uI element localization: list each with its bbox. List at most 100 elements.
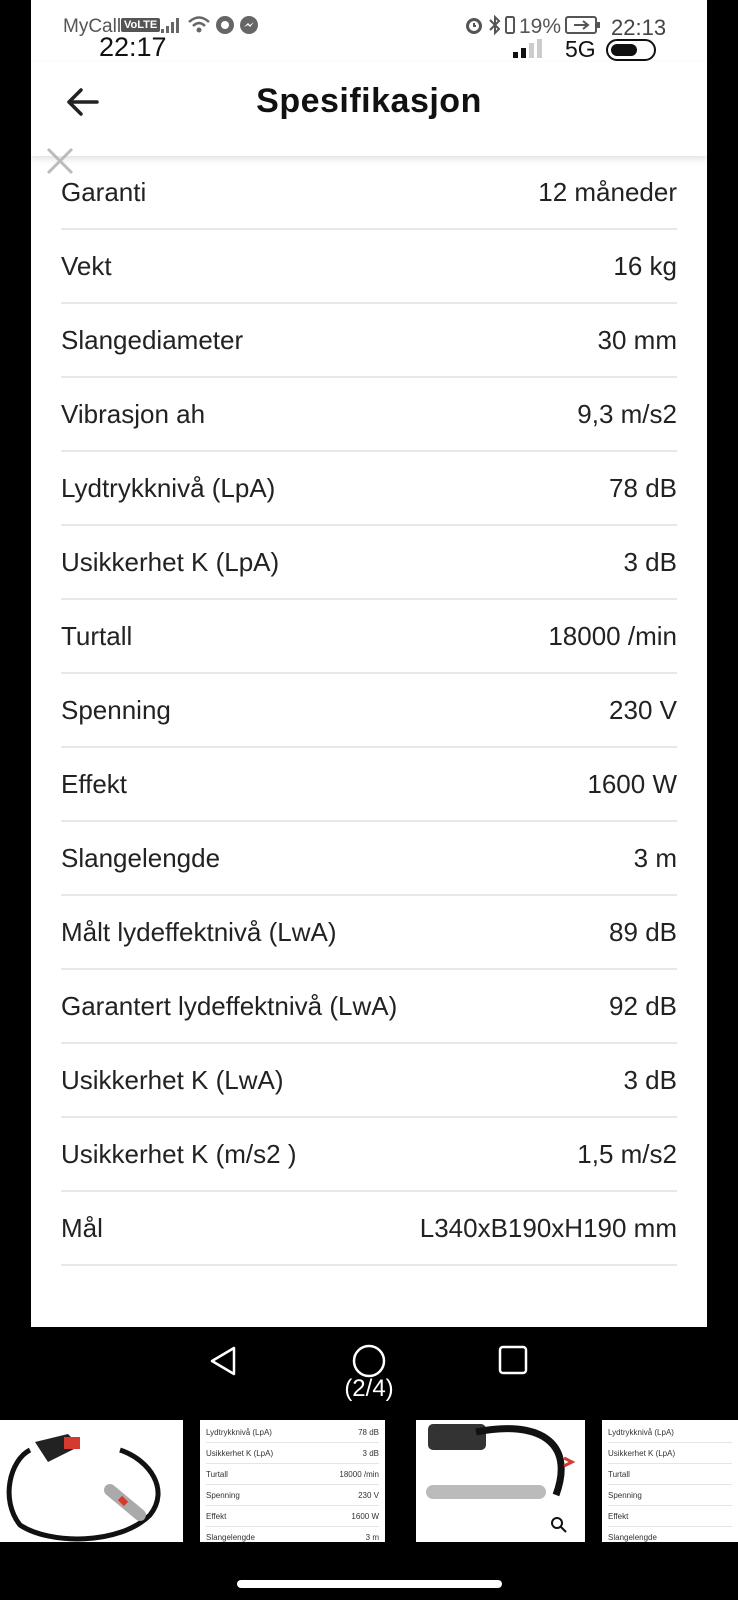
thumbnail-2[interactable]: Lydtrykknivå (LpA) 78 dB Usikkerhet K (LpA…	[200, 1420, 385, 1542]
battery-icon	[565, 16, 600, 34]
spec-value: 78 dB	[609, 472, 677, 503]
nav-recents-icon[interactable]	[497, 1344, 529, 1376]
mini-spec-row: Spenning 230 V	[206, 1485, 379, 1506]
spec-label: Slangediameter	[61, 324, 244, 355]
thumbnail-3[interactable]	[416, 1420, 585, 1542]
mini-spec-row: Spenning	[608, 1485, 732, 1506]
spec-label: Vekt	[61, 250, 112, 281]
spec-row: Spenning 230 V	[61, 674, 677, 748]
spec-value: 89 dB	[609, 916, 677, 947]
spec-value: 230 V	[609, 694, 677, 725]
messenger-icon	[240, 16, 258, 34]
mini-spec-value: 3 m	[365, 1532, 379, 1542]
spec-row: Turtall 18000 /min	[61, 600, 677, 674]
network-type: 5G	[565, 36, 596, 62]
spec-value: 3 m	[633, 842, 677, 873]
mini-spec-value: 18000 /min	[339, 1469, 379, 1479]
spec-label: Målt lydeffektnivå (LwA)	[61, 916, 337, 947]
mini-spec-row: Turtall 18000 /min	[206, 1464, 379, 1485]
spec-value: 92 dB	[609, 990, 677, 1021]
chrome-icon	[216, 16, 234, 34]
mini-spec-label: Slangelengde	[608, 1532, 657, 1542]
mini-spec-value: 3 dB	[362, 1448, 379, 1458]
page-title: Spesifikasjon	[256, 82, 482, 120]
spec-row: Garantert lydeffektnivå (LwA) 92 dB	[61, 970, 677, 1044]
mini-spec-value: 1600 W	[351, 1511, 379, 1521]
system-nav-bar	[0, 1327, 738, 1417]
spec-label: Usikkerhet K (LwA)	[61, 1064, 284, 1095]
spec-label: Lydtrykknivå (LpA)	[61, 472, 276, 503]
mini-spec-label: Usikkerhet K (LpA)	[608, 1448, 676, 1458]
spec-label: Vibrasjon ah	[61, 398, 206, 429]
mini-spec-row: Lydtrykknivå (LpA) 78 dB	[206, 1422, 379, 1443]
mini-spec-value: 230 V	[358, 1490, 379, 1500]
data-toggle-icon	[606, 39, 656, 61]
spec-label: Spenning	[61, 694, 171, 725]
spec-row: Mål L340xB190xH190 mm	[61, 1192, 677, 1266]
volte-badge: VoLTE	[121, 18, 161, 32]
home-indicator[interactable]	[237, 1580, 502, 1588]
spec-row: Vekt 16 kg	[61, 230, 677, 304]
thumbnail-1[interactable]	[0, 1420, 183, 1542]
spec-row: Lydtrykknivå (LpA) 78 dB	[61, 452, 677, 526]
spec-value: 18000 /min	[548, 620, 677, 651]
spec-row: Usikkerhet K (m/s2 ) 1,5 m/s2	[61, 1118, 677, 1192]
spec-row: Vibrasjon ah 9,3 m/s2	[61, 378, 677, 452]
mini-spec-label: Usikkerhet K (LpA)	[206, 1448, 274, 1458]
mini-spec-row: Turtall	[608, 1464, 732, 1485]
spec-row: Usikkerhet K (LwA) 3 dB	[61, 1044, 677, 1118]
spec-label: Effekt	[61, 768, 128, 799]
spec-value: 16 kg	[613, 250, 677, 281]
spec-page: MyCall VoLTE 22:17 19% 22:13 5G Spesifik…	[31, 0, 707, 1327]
zoom-icon[interactable]	[550, 1516, 568, 1534]
thumbnail-strip: Lydtrykknivå (LpA) 78 dB Usikkerhet K (LpA…	[0, 1420, 738, 1542]
spec-label: Garanti	[61, 176, 147, 207]
page-header: Spesifikasjon	[31, 62, 707, 156]
bluetooth-icon	[489, 14, 501, 36]
spec-row: Slangelengde 3 m	[61, 822, 677, 896]
wifi-icon	[188, 16, 210, 33]
spec-label: Usikkerhet K (m/s2 )	[61, 1138, 297, 1169]
mini-spec-row: Effekt	[608, 1506, 732, 1527]
alarm-icon	[466, 18, 482, 34]
mini-spec-label: Spenning	[608, 1490, 642, 1500]
mini-spec-label: Lydtrykknivå (LpA)	[608, 1427, 674, 1437]
clock-large: 22:17	[99, 32, 167, 62]
mini-spec-label: Turtall	[206, 1469, 228, 1479]
status-bar: MyCall VoLTE 22:17 19% 22:13 5G	[31, 0, 707, 62]
mini-spec-row: Slangelengde 3 m	[206, 1527, 379, 1542]
mini-spec-row: Lydtrykknivå (LpA)	[608, 1422, 732, 1443]
mini-spec-row: Usikkerhet K (LpA)	[608, 1443, 732, 1464]
mini-spec-label: Slangelengde	[206, 1532, 255, 1542]
spec-row: Slangediameter 30 mm	[61, 304, 677, 378]
spec-label: Usikkerhet K (LpA)	[61, 546, 280, 577]
spec-value: 9,3 m/s2	[577, 398, 677, 429]
spec-label: Garantert lydeffektnivå (LwA)	[61, 990, 398, 1021]
spec-row: Effekt 1600 W	[61, 748, 677, 822]
mini-spec-row: Usikkerhet K (LpA) 3 dB	[206, 1443, 379, 1464]
nav-back-icon[interactable]	[206, 1344, 242, 1378]
thumbnail-4[interactable]: Lydtrykknivå (LpA) Usikkerhet K (LpA) Turt…	[602, 1420, 738, 1542]
spec-row: Målt lydeffektnivå (LwA) 89 dB	[61, 896, 677, 970]
vibrate-icon	[505, 16, 515, 34]
close-icon[interactable]	[45, 146, 75, 176]
mini-spec-label: Lydtrykknivå (LpA)	[206, 1427, 272, 1437]
spec-row: Usikkerhet K (LpA) 3 dB	[61, 526, 677, 600]
mini-spec-table: Lydtrykknivå (LpA) 78 dB Usikkerhet K (LpA…	[206, 1422, 379, 1542]
nav-home-icon[interactable]	[351, 1343, 387, 1379]
battery-percent: 19%	[519, 15, 562, 38]
spec-value: 12 måneder	[538, 176, 677, 207]
spec-value: 1,5 m/s2	[577, 1138, 677, 1169]
mini-spec-label: Turtall	[608, 1469, 630, 1479]
spec-value: 3 dB	[623, 546, 678, 577]
spec-value: 30 mm	[597, 324, 677, 355]
spec-value: 1600 W	[587, 768, 677, 799]
mini-spec-row: Slangelengde	[608, 1527, 732, 1542]
mini-spec-label: Spenning	[206, 1490, 240, 1500]
gallery-pager: (2/4)	[344, 1375, 394, 1402]
spec-label: Turtall	[61, 620, 133, 651]
mini-spec-table: Lydtrykknivå (LpA) Usikkerhet K (LpA) Turt…	[608, 1422, 732, 1542]
spec-label: Slangelengde	[61, 842, 221, 873]
mobile-signal-icon	[513, 39, 542, 58]
spec-value: L340xB190xH190 mm	[419, 1212, 677, 1243]
